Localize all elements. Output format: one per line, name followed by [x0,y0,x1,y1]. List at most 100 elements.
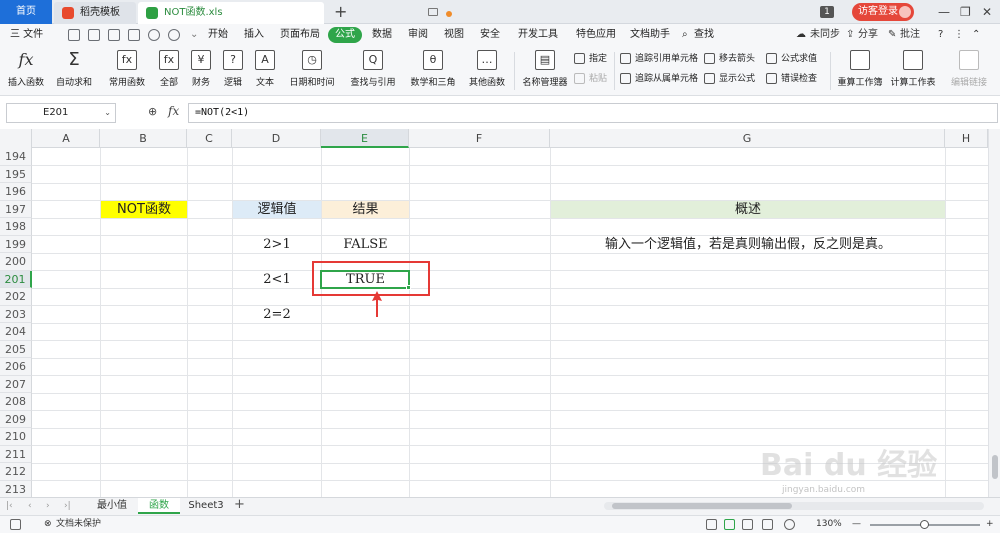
error-check-button[interactable]: 错误检查 [766,72,817,86]
row-header-203[interactable]: 203 [0,305,32,323]
next-sheet-icon[interactable]: › [46,498,50,514]
zoom-out-button[interactable]: — [852,516,861,533]
menu-tab-view[interactable]: 视图 [444,24,464,46]
lookup-functions-button[interactable]: Q 查找与引用 [344,46,402,96]
column-header-b[interactable]: B [100,129,187,148]
sheet-tab-functions[interactable]: 函数 [138,498,180,514]
row-header-207[interactable]: 207 [0,375,32,393]
sync-status[interactable]: 未同步 [810,24,840,46]
common-functions-button[interactable]: fx 常用函数 [104,46,150,96]
column-header-e[interactable]: E [321,129,409,148]
menu-tab-home[interactable]: 开始 [208,24,228,46]
first-sheet-icon[interactable]: |‹ [6,498,13,514]
autosum-button[interactable]: Σ 自动求和 [52,46,96,96]
prev-sheet-icon[interactable]: ‹ [28,498,32,514]
add-sheet-button[interactable]: + [234,497,245,513]
notification-badge[interactable]: 1 [820,6,834,18]
cell-d197[interactable]: 逻辑值 [233,200,321,218]
reading-mode-icon[interactable] [762,519,773,530]
other-functions-button[interactable]: … 其他函数 [464,46,510,96]
menu-tab-page-layout[interactable]: 页面布局 [280,24,320,46]
cell-e199[interactable]: FALSE [322,236,409,253]
name-box[interactable]: E201 ⌄ [6,103,116,123]
zoom-level[interactable]: 130% [816,516,842,533]
paste-button[interactable]: 粘贴 [574,72,607,86]
insert-function-button[interactable]: fx 插入函数 [6,46,46,96]
recalc-workbook-button[interactable]: 重算工作簿 [834,46,886,96]
save-icon[interactable] [68,29,80,41]
edit-links-button[interactable]: 编辑链接 [944,46,994,96]
horizontal-scrollbar[interactable] [604,502,984,510]
name-manager-button[interactable]: ▤ 名称管理器 [520,46,570,96]
guest-login-button[interactable]: 访客登录 [852,3,914,21]
cloud-sync-icon[interactable]: ☁ [796,24,806,46]
financial-functions-button[interactable]: ¥ 财务 [186,46,216,96]
vertical-scrollbar[interactable] [988,129,1000,497]
menu-tab-features[interactable]: 特色应用 [576,24,616,46]
chevron-down-icon[interactable]: ⌄ [104,104,111,122]
search-icon[interactable]: ⌕ [682,24,688,46]
cell-g199[interactable]: 输入一个逻辑值，若是真则输出假，反之则是真。 [551,236,945,253]
menu-search[interactable]: 查找 [694,24,714,46]
comment-button[interactable]: 批注 [900,24,920,46]
share-icon[interactable]: ⇪ [846,24,854,46]
column-header-d[interactable]: D [232,129,321,148]
row-header-210[interactable]: 210 [0,428,32,446]
formula-input[interactable]: =NOT(2<1) [188,103,998,123]
restore-icon[interactable]: ❐ [960,4,971,20]
vertical-scroll-thumb[interactable] [992,455,998,479]
math-functions-button[interactable]: θ 数学和三角 [404,46,462,96]
row-header-194[interactable]: 194 [0,148,32,166]
more-icon[interactable]: ⋮ [954,24,964,46]
fx-icon[interactable]: fx [168,104,179,118]
column-header-c[interactable]: C [187,129,232,148]
select-all-corner[interactable] [0,129,32,148]
cell-d201[interactable]: 2<1 [233,271,321,288]
evaluate-formula-button[interactable]: 公式求值 [766,52,817,66]
tab-file[interactable]: NOT函数.xls [138,2,452,24]
help-icon[interactable]: ? [938,24,943,46]
tab-home[interactable]: 首页 [0,0,52,24]
sheet-tab-min[interactable]: 最小值 [88,498,136,514]
row-header-202[interactable]: 202 [0,288,32,306]
remove-arrows-button[interactable]: 移去箭头 [704,52,755,66]
quick-access-more-icon[interactable]: ⌄ [190,24,198,46]
horizontal-scroll-thumb[interactable] [612,503,792,509]
cell-d199[interactable]: 2>1 [233,236,321,253]
column-header-h[interactable]: H [945,129,988,148]
row-header-200[interactable]: 200 [0,253,32,271]
show-formulas-button[interactable]: 显示公式 [704,72,755,86]
trace-dependents-button[interactable]: 追踪从属单元格 [620,72,698,86]
normal-view-icon[interactable] [724,519,735,530]
calc-sheet-button[interactable]: 计算工作表 [888,46,938,96]
row-header-211[interactable]: 211 [0,445,32,463]
cell-e197[interactable]: 结果 [322,200,409,218]
all-functions-button[interactable]: fx 全部 [154,46,184,96]
menu-file[interactable]: 三 文件 [10,24,43,46]
menu-tab-security[interactable]: 安全 [480,24,500,46]
row-header-212[interactable]: 212 [0,463,32,481]
row-header-199[interactable]: 199 [0,235,32,253]
undo-icon[interactable] [148,29,160,41]
close-icon[interactable]: ✕ [982,4,992,20]
sheet-tab-sheet3[interactable]: Sheet3 [182,498,230,514]
row-header-197[interactable]: 197 [0,200,32,218]
row-header-209[interactable]: 209 [0,410,32,428]
row-header-208[interactable]: 208 [0,393,32,411]
redo-icon[interactable] [168,29,180,41]
cell-b197[interactable]: NOT函数 [101,200,187,218]
datetime-functions-button[interactable]: ◷ 日期和时间 [284,46,340,96]
row-header-204[interactable]: 204 [0,323,32,341]
menu-tab-insert[interactable]: 插入 [244,24,264,46]
export-icon[interactable] [128,29,140,41]
zoom-slider-knob[interactable] [920,520,929,529]
zoom-in-button[interactable]: + [986,516,994,533]
minimize-icon[interactable]: — [938,4,950,20]
row-header-205[interactable]: 205 [0,340,32,358]
row-header-198[interactable]: 198 [0,218,32,236]
last-sheet-icon[interactable]: ›| [64,498,71,514]
cell-d203[interactable]: 2=2 [233,306,321,323]
menu-tab-doc-assistant[interactable]: 文档助手 [630,24,670,46]
monitor-icon[interactable] [428,8,438,16]
specify-button[interactable]: 指定 [574,52,607,66]
